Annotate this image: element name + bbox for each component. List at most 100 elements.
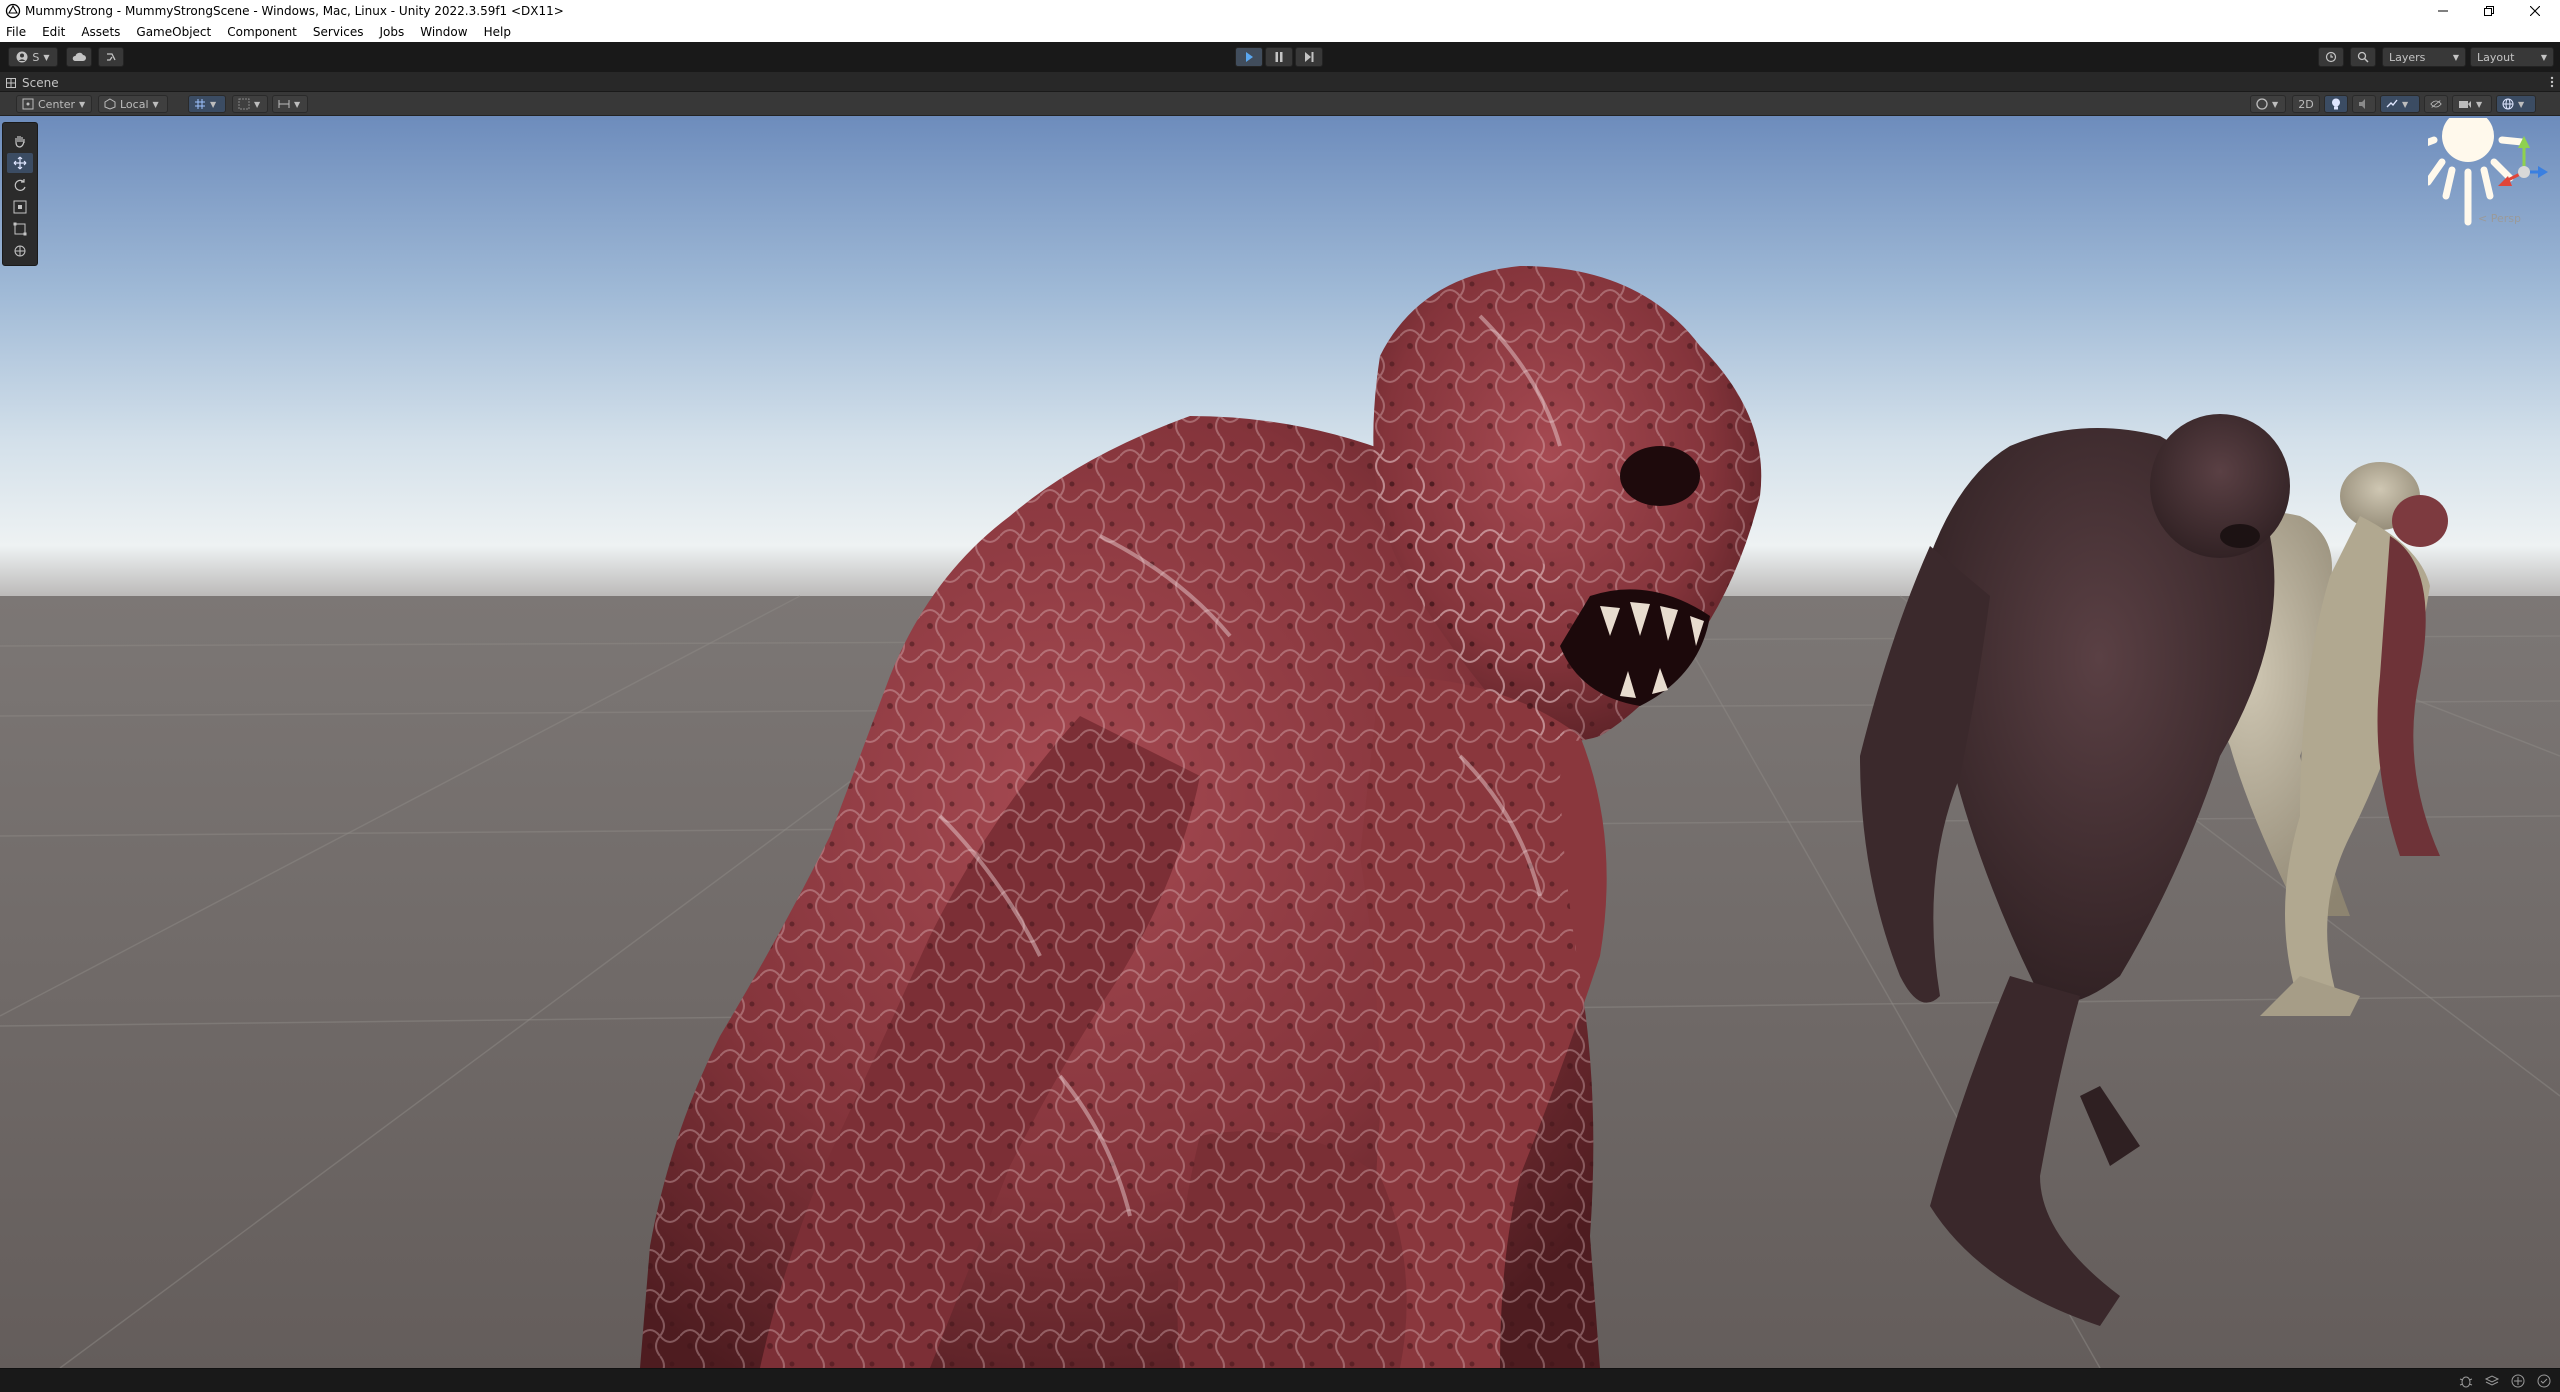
play-button[interactable] [1235, 47, 1263, 67]
menu-jobs[interactable]: Jobs [380, 25, 405, 39]
rotate-icon [14, 179, 26, 191]
layers-stack-icon[interactable] [2484, 1373, 2500, 1389]
toggle-2d-label: 2D [2298, 97, 2314, 111]
scene-tab-bar: Scene [0, 72, 2560, 92]
branch-icon [107, 53, 116, 61]
undo-history-button[interactable] [2318, 47, 2344, 67]
chevron-down-icon: ▼ [79, 99, 86, 109]
menu-help[interactable]: Help [484, 25, 511, 39]
tab-scene[interactable]: Scene [6, 74, 59, 92]
chevron-down-icon: ▼ [43, 52, 50, 62]
scale-tool-button[interactable] [7, 197, 33, 217]
restore-button[interactable] [2466, 0, 2512, 22]
minimize-icon [2438, 10, 2448, 12]
snap-increment-dropdown[interactable]: ▼ [232, 95, 268, 113]
ruler-icon [278, 100, 290, 108]
close-button[interactable] [2512, 0, 2558, 22]
hidden-objects-toggle[interactable] [2424, 95, 2448, 113]
scene-viewport[interactable] [0, 116, 2560, 1368]
local-space-icon [104, 98, 116, 110]
menu-window[interactable]: Window [420, 25, 467, 39]
scene-render [0, 116, 2560, 1368]
toggle-2d-button[interactable]: 2D [2292, 95, 2320, 113]
incremental-snap-dropdown[interactable]: ▼ [272, 95, 308, 113]
history-icon [2325, 51, 2337, 63]
menu-services[interactable]: Services [313, 25, 364, 39]
main-toolbar: S ▼ Layers ▼ Layout ▼ [0, 42, 2560, 72]
scene-grid-icon [6, 78, 16, 88]
minimize-button[interactable] [2420, 0, 2466, 22]
hand-icon [15, 136, 25, 148]
transform-icon [14, 245, 26, 257]
restore-icon [2484, 6, 2494, 16]
pivot-space-dropdown[interactable]: Local ▼ [98, 95, 168, 113]
search-button[interactable] [2350, 47, 2376, 67]
pivot-space-label: Local [120, 97, 149, 111]
light-bulb-icon [2332, 98, 2340, 110]
chevron-down-icon: ▼ [294, 99, 301, 109]
account-dropdown[interactable]: S ▼ [8, 47, 58, 67]
rect-tool-button[interactable] [7, 219, 33, 239]
close-icon [2530, 6, 2540, 16]
status-bar [0, 1368, 2560, 1392]
lighting-toggle[interactable] [2324, 95, 2348, 113]
pivot-icon [22, 98, 34, 110]
pause-icon [1275, 52, 1283, 62]
chevron-down-icon: ▼ [152, 99, 159, 109]
pivot-mode-label: Center [38, 97, 76, 111]
scene-toolbar: Center ▼ Local ▼ ▼ ▼ ▼ ▼ 2D ▼ ▼ ▼ [0, 92, 2560, 116]
more-options-icon[interactable] [2550, 76, 2554, 88]
pivot-mode-dropdown[interactable]: Center ▼ [16, 95, 92, 113]
window-title: MummyStrong - MummyStrongScene - Windows… [25, 4, 564, 18]
chevron-down-icon: ▼ [2540, 52, 2547, 62]
camera-settings-dropdown[interactable]: ▼ [2452, 95, 2492, 113]
grid-snap-toggle[interactable]: ▼ [188, 95, 226, 113]
step-button[interactable] [1295, 47, 1323, 67]
bug-icon[interactable] [2458, 1373, 2474, 1389]
rotate-tool-button[interactable] [7, 175, 33, 195]
projection-label[interactable]: < Persp [2478, 212, 2521, 225]
chevron-down-icon: ▼ [2402, 99, 2409, 109]
network-icon[interactable] [2510, 1373, 2526, 1389]
view-tool-button[interactable] [7, 131, 33, 151]
chevron-down-icon: ▼ [210, 99, 217, 109]
account-label: S [32, 50, 40, 64]
check-circle-icon[interactable] [2536, 1373, 2552, 1389]
move-arrows-icon [13, 156, 27, 170]
chevron-down-icon: ▼ [2476, 99, 2483, 109]
account-icon [16, 51, 28, 63]
collab-button[interactable] [98, 47, 124, 67]
rect-transform-icon [13, 222, 27, 236]
eye-slash-icon [2430, 100, 2442, 108]
pause-button[interactable] [1265, 47, 1293, 67]
shaded-sphere-icon [2256, 98, 2268, 110]
unity-logo-icon [5, 3, 21, 19]
transform-tool-button[interactable] [7, 241, 33, 261]
step-icon [1305, 52, 1314, 62]
menu-file[interactable]: File [6, 25, 26, 39]
menu-assets[interactable]: Assets [81, 25, 120, 39]
layout-dropdown[interactable]: Layout ▼ [2470, 47, 2554, 67]
layers-dropdown[interactable]: Layers ▼ [2382, 47, 2466, 67]
scene-tab-label: Scene [22, 76, 59, 90]
menu-edit[interactable]: Edit [42, 25, 65, 39]
title-bar: MummyStrong - MummyStrongScene - Windows… [0, 0, 2560, 22]
cloud-icon [72, 52, 86, 61]
snap-icon [238, 98, 250, 110]
move-tool-button[interactable] [7, 153, 33, 173]
effects-dropdown[interactable]: ▼ [2380, 95, 2420, 113]
menu-gameobject[interactable]: GameObject [136, 25, 211, 39]
audio-toggle[interactable] [2352, 95, 2376, 113]
scene-tools-panel [2, 122, 38, 266]
camera-icon [2459, 101, 2471, 108]
speaker-icon [2359, 99, 2365, 109]
cloud-button[interactable] [66, 47, 92, 67]
menu-component[interactable]: Component [227, 25, 297, 39]
layout-label: Layout [2477, 50, 2515, 64]
chevron-down-icon: ▼ [2518, 99, 2525, 109]
gizmos-dropdown[interactable]: ▼ [2496, 95, 2536, 113]
gizmo-globe-icon [2502, 98, 2514, 110]
draw-mode-dropdown[interactable]: ▼ [2250, 95, 2286, 113]
scale-icon [13, 200, 27, 214]
chevron-down-icon: ▼ [254, 99, 261, 109]
